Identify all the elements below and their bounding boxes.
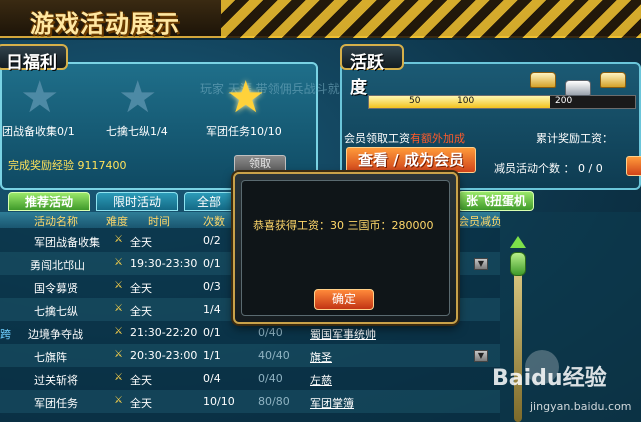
activity-tick: 100 <box>457 96 475 106</box>
activity-count: 0/3 <box>203 280 221 293</box>
tab-gacha[interactable]: 张飞扭蛋机 <box>458 191 534 211</box>
activity-count: 10/10 <box>203 395 235 408</box>
activity-time: 全天 <box>130 374 152 387</box>
scroll-up-arrow-icon[interactable] <box>510 236 526 248</box>
task-label: 军团任务10/10 <box>206 125 282 138</box>
activity-count: 1/1 <box>203 349 221 362</box>
header-count: 次数 <box>203 215 225 228</box>
title-bar: 游戏活动展示 <box>0 0 641 38</box>
activity-name: 军团任务 <box>34 397 78 410</box>
difficulty-sword-icon: ⚔ <box>114 303 123 314</box>
star-icon-gold: ★ <box>226 72 266 123</box>
header-difficulty: 难度 <box>106 215 128 228</box>
star-icon: ★ <box>20 72 60 123</box>
activity-time: 21:30-22:20 <box>130 326 198 339</box>
activity-name: 勇闯北邙山 <box>30 259 85 272</box>
tab-recommended[interactable]: 推荐活动 <box>8 192 90 211</box>
watermark-text: Baidu经验 <box>492 366 607 391</box>
difficulty-sword-icon: ⚔ <box>114 280 123 291</box>
activity-name: 过关斩将 <box>34 374 78 387</box>
activity-count: 0/2 <box>203 234 221 247</box>
star-icon: ★ <box>118 72 158 123</box>
activity-progress: 0/40 <box>258 326 283 339</box>
gold-ingot-icon[interactable] <box>530 72 556 88</box>
npc-link[interactable]: 旗圣 <box>310 349 332 365</box>
task-label: 七擒七纵1/4 <box>106 125 168 138</box>
join-member-button[interactable]: 查看 / 成为会员 <box>346 147 476 173</box>
confirm-button[interactable]: 确定 <box>314 289 374 310</box>
header-name: 活动名称 <box>34 215 78 228</box>
difficulty-sword-icon: ⚔ <box>114 349 123 360</box>
silver-ingot-icon[interactable] <box>565 80 591 96</box>
activity-count: 0/1 <box>203 326 221 339</box>
reward-exp-text: 完成奖励经验 9117400 <box>8 159 127 172</box>
activity-count: 0/1 <box>203 257 221 270</box>
activity-tick: 50 <box>409 96 421 106</box>
tab-all[interactable]: 全部 <box>184 192 234 211</box>
dropdown-arrow-icon[interactable]: ▼ <box>474 350 488 362</box>
reduce-button[interactable] <box>626 156 641 176</box>
header-member: 会员减负 <box>458 215 502 228</box>
difficulty-sword-icon: ⚔ <box>114 326 123 337</box>
header-time: 时间 <box>148 215 170 228</box>
activity-progress: 0/40 <box>258 372 283 385</box>
difficulty-sword-icon: ⚔ <box>114 234 123 245</box>
activity-header: 活跃度 <box>340 44 404 98</box>
activity-count: 1/4 <box>203 303 221 316</box>
scrollbar-track[interactable] <box>514 252 522 422</box>
activity-time: 全天 <box>130 282 152 295</box>
activity-count: 0/4 <box>203 372 221 385</box>
npc-link[interactable]: 军团掌簿 <box>310 395 354 411</box>
activity-name: 边境争夺战 <box>28 328 83 341</box>
welfare-header: 日福利 <box>0 44 68 73</box>
activity-time: 19:30-23:30 <box>130 257 198 270</box>
difficulty-sword-icon: ⚔ <box>114 257 123 268</box>
activity-name: 国令募贤 <box>34 282 78 295</box>
activity-progress: 80/80 <box>258 395 290 408</box>
reduce-count-label: 减员活动个数 ： 0 / 0 <box>494 162 603 175</box>
difficulty-sword-icon: ⚔ <box>114 372 123 383</box>
activity-time: 全天 <box>130 397 152 410</box>
npc-link[interactable]: 左慈 <box>310 372 332 388</box>
activity-name: 军团战备收集 <box>34 236 100 249</box>
reward-dialog-message: 恭喜获得工资：30 三国币：280000 <box>253 219 434 232</box>
table-row[interactable] <box>0 344 500 367</box>
activity-name: 七擒七纵 <box>34 305 78 318</box>
activity-progress: 40/40 <box>258 349 290 362</box>
activity-time: 全天 <box>130 236 152 249</box>
claim-button[interactable]: 领取 <box>234 155 286 173</box>
scrollbar-thumb[interactable] <box>510 252 526 276</box>
dropdown-arrow-icon[interactable]: ▼ <box>474 258 488 270</box>
activity-progress-bar: 50 100 200 <box>368 95 636 109</box>
total-wage-label: 累计奖励工资： <box>536 132 613 145</box>
task-label: 团战备收集0/1 <box>2 125 75 138</box>
title-stripe-decoration <box>221 0 641 38</box>
window-title: 游戏活动展示 <box>30 10 180 38</box>
activity-tick: 200 <box>555 96 573 106</box>
tab-limited[interactable]: 限时活动 <box>96 192 178 211</box>
gold-ingot-icon[interactable] <box>600 72 626 88</box>
watermark-url: jingyan.baidu.com <box>530 400 632 413</box>
npc-link[interactable]: 蜀国军事统帅 <box>310 326 376 342</box>
difficulty-sword-icon: ⚔ <box>114 395 123 406</box>
cross-server-label: 跨 <box>0 328 11 341</box>
activity-time: 全天 <box>130 305 152 318</box>
wage-label: 会员领取工资有额外加成 <box>344 132 465 145</box>
activity-time: 20:30-23:00 <box>130 349 198 362</box>
activity-name: 七旗阵 <box>34 351 67 364</box>
